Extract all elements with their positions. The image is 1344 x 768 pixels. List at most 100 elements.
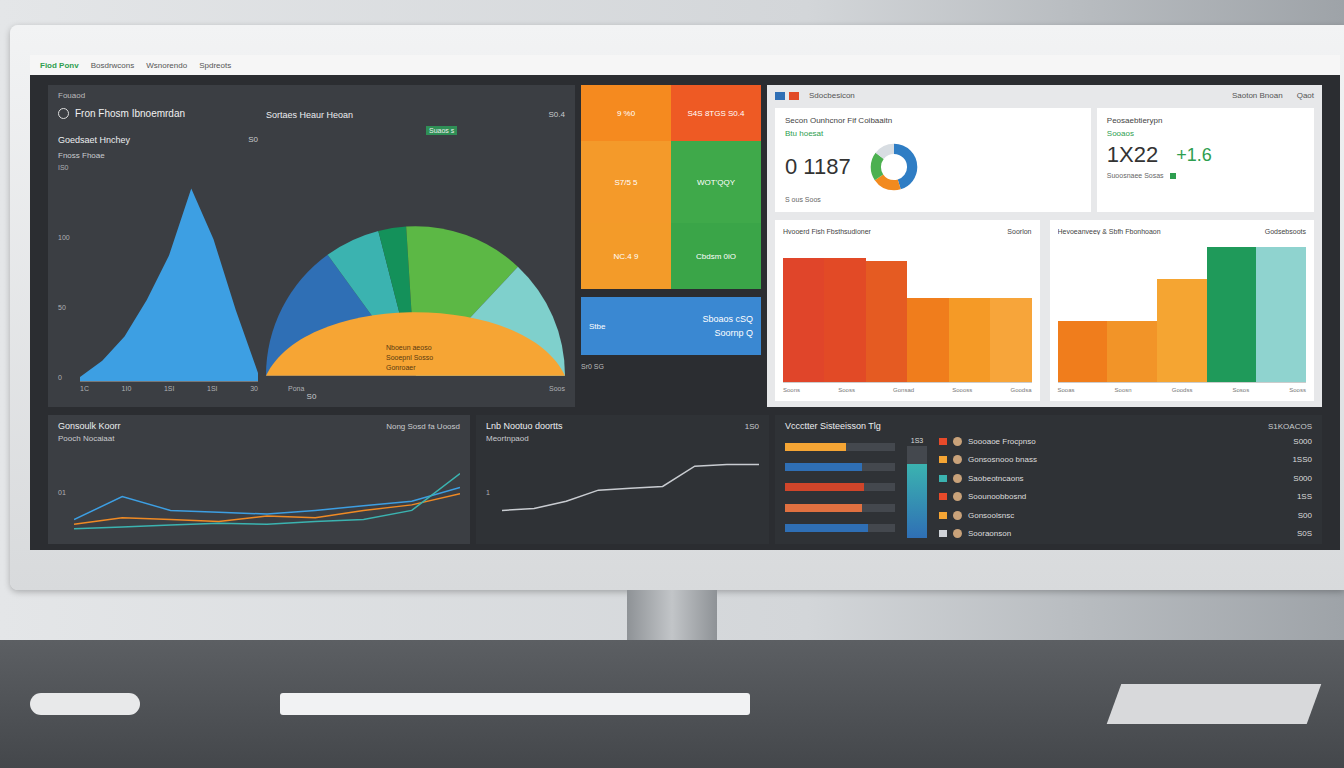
list-value: S1KOACOS [1268,422,1312,431]
kpi-footer: S ous Soos [785,196,1081,203]
chart-badge: S0.4 [549,110,565,120]
list-rows: Soooaoe FrocpnsoS000 Gonsosnooo bnass1SS0… [939,437,1312,538]
flag-icon [939,493,947,500]
bar-chart: Hvooerd Fish FbsthsudionerSoorlonSoonsSo… [775,220,1040,401]
pie-callout: Suaos s [426,126,457,135]
list-row[interactable]: GonsoolsnscS00 [939,511,1312,520]
flag-icon [939,475,947,482]
bar[interactable] [949,298,990,382]
treemap-tile[interactable]: Cbdsm 0iO [671,223,761,289]
list-body: 1S3 Soooaoe FrocpnsoS000 Gonsosnooo bnass1… [785,437,1312,538]
top-link[interactable]: Bosdrwcons [91,61,135,70]
tile-label: S4S 8TGS S0.4 [688,109,745,118]
pie-axis-label: Soos [549,385,565,392]
donut-segment[interactable] [875,149,911,185]
mouse[interactable] [30,693,140,715]
x-tick: 1SI [164,385,175,392]
list-header: Vccctter Sisteeisson Tlg S1KOACOS [785,421,1312,431]
blue-tile[interactable]: StbeSboaos cSQSoornp Q [581,297,761,355]
line-series [74,487,460,519]
pie-base[interactable] [266,312,565,376]
app-logo[interactable]: Fiod Ponv [40,61,79,70]
summary-link[interactable]: Saoton Bnoan [1232,91,1283,100]
chart-title: Sortaes Heaur Heoan [266,110,353,120]
treemap-tile[interactable]: S7/5 5 [581,141,671,223]
row-value: S00 [1298,511,1312,520]
bar[interactable] [783,258,824,382]
x-tick: Sooas [1058,387,1075,393]
x-tick: Sosos [1233,387,1250,393]
x-tick: Gonsad [893,387,914,393]
y-tick: 50 [58,304,76,311]
tile-subtitle: Soornp Q [702,328,753,338]
tile-label: 9 %0 [617,109,635,118]
tile-text: Sboaos cSQ Soornp Q [702,314,753,338]
row-value: S000 [1293,474,1312,483]
treemap-tile[interactable]: 9 %0 [581,85,671,141]
bar-chart-header: Hevoeanveey & Sbfh FbonhoaonGodsebsoots [1058,228,1307,235]
bar[interactable] [907,298,948,382]
tile-label: S7/5 5 [614,178,637,187]
list-row[interactable]: Gonsosnooo bnass1SS0 [939,455,1312,464]
bar[interactable] [1107,321,1157,382]
bar-track [785,443,895,451]
row-label: Saobeotncaons [968,474,1287,483]
list-row[interactable]: Soounoobbosnd1SS [939,492,1312,501]
row-label: Gonsosnooo bnass [968,455,1286,464]
list-row[interactable]: Saobeotncaons S000 [939,474,1312,483]
treemap-tile[interactable]: NC.4 9 [581,223,671,289]
tile-label: WOT'QQY [697,178,735,187]
monitor-stand [627,590,717,640]
bar[interactable] [1157,279,1207,382]
summary-panel: SdocbesiconSaoton BnoanQaotSecon Ounhcno… [767,85,1322,407]
tile-title: Sboaos cSQ [702,314,753,324]
bar[interactable] [1058,321,1108,382]
x-tick: Soooss [952,387,972,393]
top-link[interactable]: Wsnorendo [146,61,187,70]
bottom-row: Gonsoulk KoorrNong Sosd fa UoosdPooch No… [48,415,1322,544]
kpi-value: 1X22 [1107,142,1158,168]
bar-plot [1058,247,1307,383]
list-title: Vccctter Sisteeisson Tlg [785,421,881,431]
treemap-tile[interactable]: S4S 8TGS S0.4 [671,85,761,141]
line-chart-title: Gonsoulk Koorr [58,421,121,431]
bar[interactable] [824,258,865,382]
y-tick: 01 [58,489,70,496]
overview-panel: FouaodFron Fhosm IbnoemrdanGoedsaet Hnch… [48,85,575,407]
bar-chart-tag: Godsebsoots [1265,228,1306,235]
avatar-icon [953,437,962,446]
panel-label: Fouaod [58,91,565,100]
list-row[interactable]: SooraonsonS0S [939,529,1312,538]
kpi-row: Secon Ounhcnor Fif CoibaaitnBtu hoesat0 … [775,108,1314,212]
line-chart: Lnb Nootuo doortts1S0Meortnpaod1 [476,415,769,544]
flag-icon [939,512,947,519]
x-tick: Goodss [1172,387,1193,393]
area-plot: IS0100500 [58,164,258,381]
bar[interactable] [1207,247,1257,382]
donut-segment[interactable] [875,149,911,185]
keyboard[interactable] [280,693,750,715]
area-chart: Fron Fhosm IbnoemrdanGoedsaet HncheyS0Fn… [58,100,258,392]
bar[interactable] [866,261,907,383]
bar[interactable] [990,298,1031,382]
line-plot: 1 [486,446,759,538]
bar[interactable] [1256,247,1306,382]
chart-legend: Fnoss Fhoae [58,151,258,160]
summary-header: SdocbesiconSaoton BnoanQaot [775,91,1314,100]
summary-link[interactable]: Qaot [1297,91,1314,100]
notepad [1107,684,1322,724]
pie-axis: PonaSoos [266,385,565,392]
donut-chart [869,142,919,192]
top-link[interactable]: Spdreots [199,61,231,70]
donut-segment[interactable] [875,149,911,185]
x-tick: Sooss [1289,387,1306,393]
monitor: Fiod Ponv Bosdrwcons Wsnorendo Spdreots Foua… [10,25,1344,590]
donut-segment[interactable] [875,149,911,185]
treemap-tile[interactable]: WOT'QQY [671,141,761,223]
x-tick: 1SI [207,385,218,392]
tile-label: NC.4 9 [614,252,639,261]
gauge-value: 1S3 [911,437,923,444]
tiles-column: 9 %0 S4S 8TGS S0.4 S7/5 5 WOT'QQY NC.4 9 Cbds… [581,85,761,407]
x-tick: 1C [80,385,89,392]
list-row[interactable]: Soooaoe FrocpnsoS000 [939,437,1312,446]
